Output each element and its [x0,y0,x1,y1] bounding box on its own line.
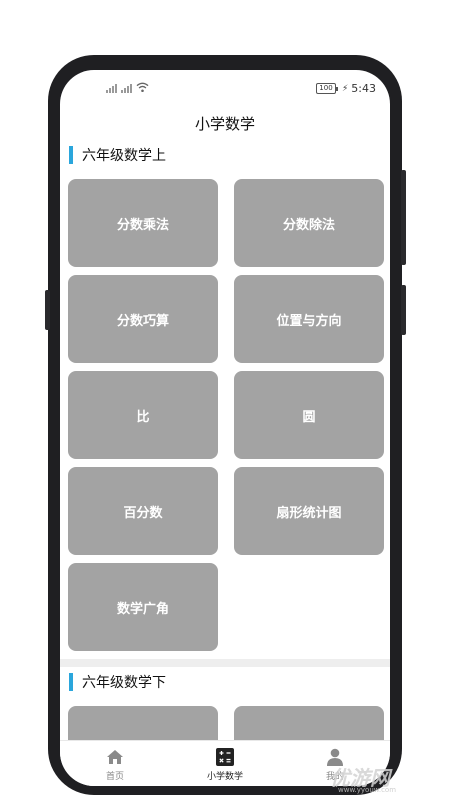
page-title: 小学数学 [194,115,255,133]
wifi-icon [136,82,149,93]
watermark-url: www.yyouw.com [338,786,397,794]
topic-list[interactable]: 六年级数学上 分数乘法 分数除法 分数巧算 位置与方向 比 圆 百分数 扇形统计… [60,140,390,740]
topic-card[interactable]: 分数巧算 [68,275,218,363]
topic-card[interactable]: 百分数 [68,467,218,555]
calculator-icon [216,748,234,766]
tab-label: 小学数学 [206,772,243,782]
status-bar: 100 ⚡ 5:43 [60,70,390,108]
volume-button [45,290,50,330]
charging-icon: ⚡ [341,83,349,94]
signal-icon [121,82,132,93]
section-title: 六年级数学上 [82,148,166,164]
clock: 5:43 [351,82,376,95]
section-header: 六年级数学下 [60,667,390,697]
topic-card[interactable]: 扇形统计图 [234,467,384,555]
topic-card[interactable]: 分数乘法 [68,179,218,267]
topic-card[interactable]: 数学广角 [68,563,218,651]
app-screen: 100 ⚡ 5:43 小学数学 六年级数学上 分数乘法 分数除法 分数巧算 位置… [60,70,390,786]
section-accent-bar [69,146,73,164]
signal-icon [106,82,117,93]
topic-card[interactable] [234,706,384,740]
section-header: 六年级数学上 [60,140,390,170]
topic-card[interactable]: 圆 [234,371,384,459]
side-button [401,170,406,265]
battery-icon: 100 [315,83,338,94]
section-accent-bar [69,673,73,691]
power-button [401,285,406,335]
topic-card[interactable]: 比 [68,371,218,459]
topic-card[interactable] [68,706,218,740]
section-divider [60,659,390,667]
title-bar: 小学数学 [60,108,390,140]
topic-card[interactable]: 位置与方向 [234,275,384,363]
topic-card[interactable]: 分数除法 [234,179,384,267]
topic-grid [60,697,390,740]
home-icon [107,750,123,764]
tab-home[interactable]: 首页 [60,741,170,786]
topic-grid: 分数乘法 分数除法 分数巧算 位置与方向 比 圆 百分数 扇形统计图 数学广角 [60,170,390,651]
tab-label: 首页 [105,772,124,782]
tab-math[interactable]: 小学数学 [170,741,280,786]
section-title: 六年级数学下 [82,675,166,691]
